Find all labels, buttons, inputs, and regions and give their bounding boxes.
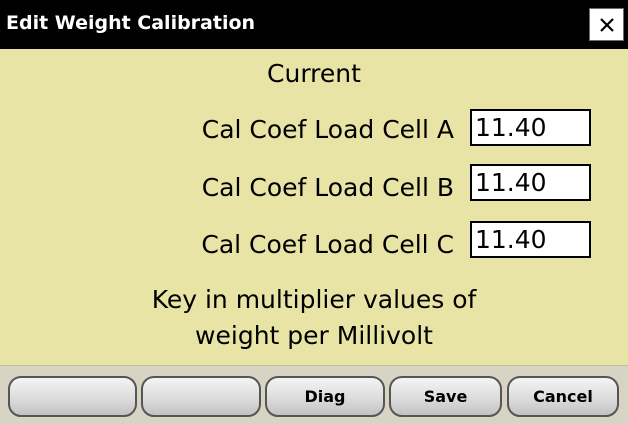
edit-weight-calibration-dialog: Edit Weight Calibration Current Cal Coef… [0, 0, 628, 424]
close-button[interactable] [589, 8, 624, 41]
load-cell-c-label: Cal Coef Load Cell C [201, 230, 454, 259]
title-bar: Edit Weight Calibration [0, 0, 628, 49]
soft-key-1-button[interactable] [8, 376, 137, 417]
section-heading: Current [267, 59, 361, 88]
calibration-content: Current Cal Coef Load Cell A Cal Coef Lo… [0, 49, 628, 365]
load-cell-a-input[interactable] [470, 109, 591, 146]
soft-key-bar: Diag Save Cancel [0, 365, 628, 424]
close-icon [600, 18, 614, 32]
load-cell-b-label: Cal Coef Load Cell B [201, 173, 454, 202]
instruction-line-1: Key in multiplier values of [151, 285, 477, 314]
cancel-button[interactable]: Cancel [507, 376, 619, 417]
instruction-line-2: weight per Millivolt [195, 321, 433, 350]
diag-button[interactable]: Diag [265, 376, 385, 417]
dialog-title: Edit Weight Calibration [6, 12, 256, 34]
load-cell-c-input[interactable] [470, 221, 591, 258]
load-cell-a-label: Cal Coef Load Cell A [201, 115, 454, 144]
soft-key-2-button[interactable] [141, 376, 261, 417]
load-cell-b-input[interactable] [470, 164, 591, 201]
save-button[interactable]: Save [389, 376, 502, 417]
